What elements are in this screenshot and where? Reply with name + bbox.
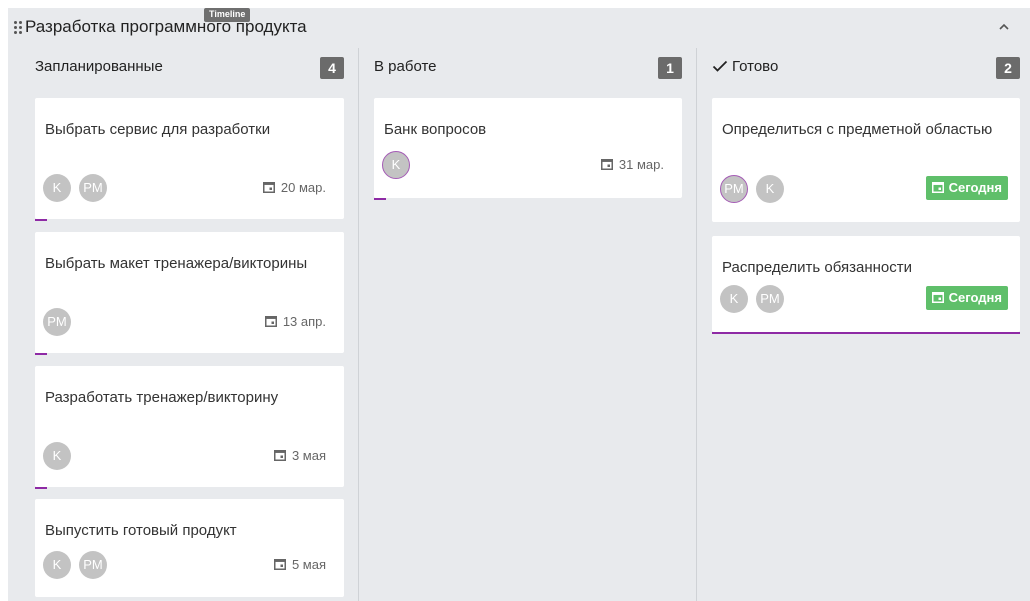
due-date[interactable]: 3 мая xyxy=(273,448,326,463)
card-title: Разработать тренажер/викторину xyxy=(45,389,279,406)
checkmark-icon xyxy=(712,59,728,72)
card-assignees: K PM xyxy=(43,551,115,581)
due-date[interactable]: 5 мая xyxy=(273,557,326,572)
due-date-text: Сегодня xyxy=(948,290,1002,305)
avatar[interactable]: PM xyxy=(79,551,107,579)
due-date[interactable]: 31 мар. xyxy=(600,157,664,172)
calendar-icon xyxy=(262,181,275,193)
column-title: Готово xyxy=(712,58,778,75)
calendar-icon xyxy=(273,558,286,570)
card-title: Распределить обязанности xyxy=(722,259,913,276)
avatar[interactable]: K xyxy=(382,151,410,179)
card-assignees: PM xyxy=(43,308,79,338)
task-card[interactable]: Выпустить готовый продукт K PM 5 мая xyxy=(35,499,344,597)
avatar[interactable]: K xyxy=(43,551,71,579)
card-title: Выбрать макет тренажера/викторины xyxy=(45,255,308,272)
avatar[interactable]: K xyxy=(43,174,71,202)
due-date[interactable]: 13 апр. xyxy=(264,314,326,329)
column-title: Запланированные xyxy=(35,58,163,75)
avatar[interactable]: K xyxy=(756,175,784,203)
due-date-text: Сегодня xyxy=(948,180,1002,195)
calendar-icon xyxy=(600,158,613,170)
card-accent-bar xyxy=(35,487,47,489)
avatar[interactable]: PM xyxy=(79,174,107,202)
column-planned: Запланированные 4 Выбрать сервис для раз… xyxy=(35,48,344,601)
task-card[interactable]: Выбрать макет тренажера/викторины PM 13 … xyxy=(35,232,344,355)
calendar-icon xyxy=(273,449,286,461)
chevron-up-icon[interactable] xyxy=(998,20,1010,32)
column-in-progress: В работе 1 Банк вопросов K 31 мар. xyxy=(374,48,682,601)
task-card[interactable]: Банк вопросов K 31 мар. xyxy=(374,98,682,200)
card-assignees: K PM xyxy=(43,174,115,204)
due-date-badge[interactable]: Сегодня xyxy=(925,176,1008,200)
card-title: Выпустить готовый продукт xyxy=(45,522,237,539)
due-date-text: 13 апр. xyxy=(282,314,326,329)
calendar-icon xyxy=(931,287,944,303)
card-accent-bar xyxy=(35,219,47,221)
avatar[interactable]: PM xyxy=(43,308,71,336)
column-header: Запланированные 4 xyxy=(35,48,344,90)
task-card[interactable]: Определиться с предметной областью PM K С… xyxy=(712,98,1020,222)
column-count-badge: 4 xyxy=(320,57,344,79)
due-date-text: 3 мая xyxy=(291,448,326,463)
column-divider xyxy=(696,48,697,601)
due-date[interactable]: 20 мар. xyxy=(262,180,326,195)
card-assignees: K xyxy=(43,442,79,472)
avatar[interactable]: K xyxy=(720,285,748,313)
due-date-text: 5 мая xyxy=(291,557,326,572)
board: Разработка программного продукта Timelin… xyxy=(8,8,1030,601)
column-header: В работе 1 xyxy=(374,48,682,90)
column-title: В работе xyxy=(374,58,437,75)
timeline-badge[interactable]: Timeline xyxy=(204,8,251,22)
card-title: Выбрать сервис для разработки xyxy=(45,121,271,138)
card-title: Определиться с предметной областью xyxy=(722,121,993,138)
board-title: Разработка программного продукта xyxy=(25,17,307,36)
due-date-text: 31 мар. xyxy=(618,157,664,172)
due-date-text: 20 мар. xyxy=(280,180,326,195)
card-accent-bar xyxy=(374,198,386,200)
column-done: Готово 2 Определиться с предметной облас… xyxy=(712,48,1020,601)
column-count-badge: 1 xyxy=(658,57,682,79)
board-header: Разработка программного продукта Timelin… xyxy=(8,8,1030,48)
avatar[interactable]: PM xyxy=(720,175,748,203)
task-card[interactable]: Выбрать сервис для разработки K PM 20 мар… xyxy=(35,98,344,221)
card-assignees: PM K xyxy=(720,175,792,205)
card-title: Банк вопросов xyxy=(384,121,487,138)
column-count-badge: 2 xyxy=(996,57,1020,79)
calendar-icon xyxy=(931,177,944,193)
task-card[interactable]: Разработать тренажер/викторину K 3 мая xyxy=(35,366,344,489)
card-accent-bar xyxy=(35,353,47,355)
avatar[interactable]: K xyxy=(43,442,71,470)
column-header: Готово 2 xyxy=(712,48,1020,90)
card-accent-bar xyxy=(712,332,1020,334)
card-assignees: K xyxy=(382,151,418,181)
task-card[interactable]: Распределить обязанности K PM Сегодня xyxy=(712,236,1020,334)
avatar[interactable]: PM xyxy=(756,285,784,313)
due-date-badge[interactable]: Сегодня xyxy=(925,286,1008,310)
column-divider xyxy=(358,48,359,601)
column-title-text: Готово xyxy=(732,58,779,75)
card-assignees: K PM xyxy=(720,285,792,315)
calendar-icon xyxy=(264,315,277,327)
